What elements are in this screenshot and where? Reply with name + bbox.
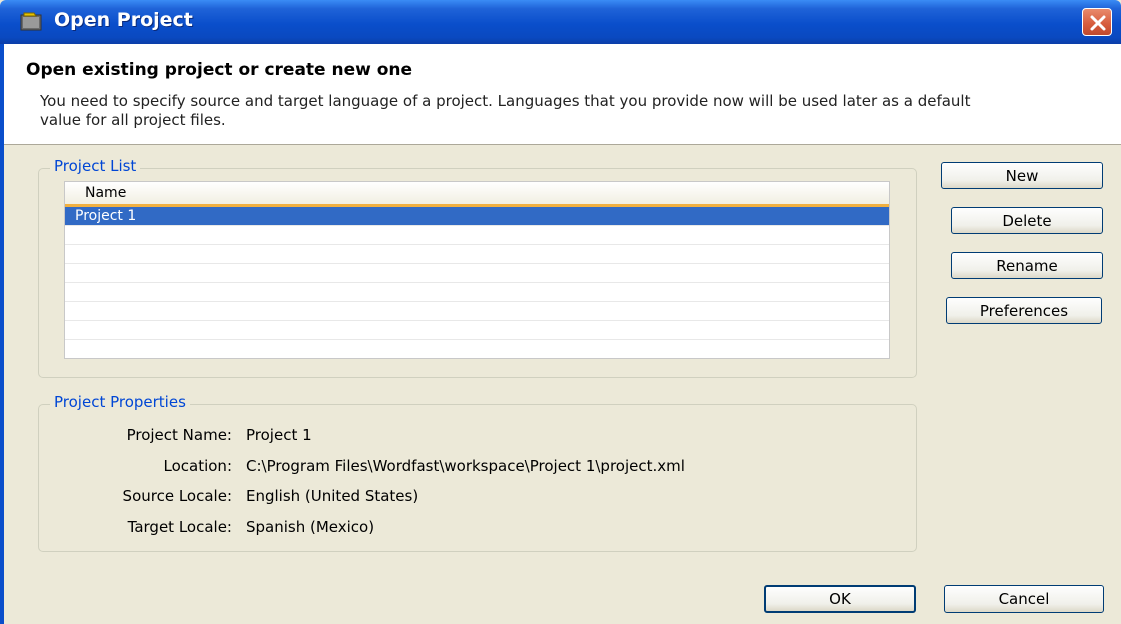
cancel-button[interactable]: Cancel xyxy=(944,585,1104,613)
table-row[interactable]: Project 1 xyxy=(65,207,889,226)
project-name-value: Project 1 xyxy=(246,426,312,444)
column-header-name[interactable]: Name xyxy=(65,182,889,207)
delete-button[interactable]: Delete xyxy=(951,207,1103,234)
project-properties-label: Project Properties xyxy=(50,393,190,411)
dialog-header: Open existing project or create new one … xyxy=(4,44,1121,144)
table-row[interactable] xyxy=(65,245,889,264)
table-row[interactable] xyxy=(65,264,889,283)
header-divider xyxy=(4,144,1121,145)
close-button[interactable] xyxy=(1082,8,1112,36)
project-name-label: Project Name: xyxy=(126,426,232,444)
source-locale-value: English (United States) xyxy=(246,487,419,505)
ok-button[interactable]: OK xyxy=(764,585,916,613)
project-icon xyxy=(20,11,44,33)
project-list-label: Project List xyxy=(50,157,141,175)
window-title: Open Project xyxy=(54,9,193,31)
location-value: C:\Program Files\Wordfast\workspace\Proj… xyxy=(246,457,685,475)
table-row[interactable] xyxy=(65,226,889,245)
rename-button[interactable]: Rename xyxy=(951,252,1103,279)
table-row[interactable] xyxy=(65,321,889,340)
source-locale-label: Source Locale: xyxy=(122,487,232,505)
title-bar[interactable]: Open Project xyxy=(0,0,1121,44)
target-locale-label: Target Locale: xyxy=(127,518,232,536)
header-description: You need to specify source and target la… xyxy=(40,92,971,129)
target-locale-value: Spanish (Mexico) xyxy=(246,518,375,536)
table-row[interactable] xyxy=(65,283,889,302)
new-button[interactable]: New xyxy=(941,162,1103,189)
table-row[interactable] xyxy=(65,302,889,321)
header-title: Open existing project or create new one xyxy=(26,60,413,80)
table-row[interactable] xyxy=(65,340,889,358)
preferences-button[interactable]: Preferences xyxy=(946,297,1102,324)
close-icon xyxy=(1090,15,1106,31)
location-label: Location: xyxy=(163,457,233,475)
project-list-table[interactable]: Name Project 1 xyxy=(64,181,890,359)
